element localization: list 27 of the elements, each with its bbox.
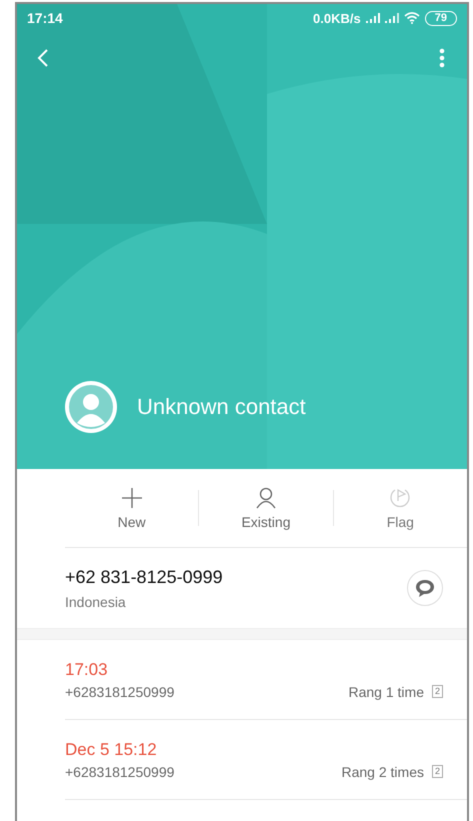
- back-icon[interactable]: [37, 48, 49, 68]
- avatar-icon: [65, 381, 117, 433]
- network-speed: 0.0KB/s: [313, 10, 361, 26]
- call-number: +6283181250999: [65, 684, 176, 700]
- contact-name: Unknown contact: [137, 394, 306, 420]
- existing-action-button[interactable]: Existing: [199, 478, 333, 538]
- call-number: +6283181250999: [65, 764, 176, 780]
- new-action-button[interactable]: New: [65, 478, 198, 538]
- more-icon[interactable]: [439, 48, 445, 68]
- sim-badge: 2: [432, 685, 443, 698]
- signal-icon: [366, 13, 380, 23]
- call-time: Dec 5 15:12: [65, 740, 158, 760]
- message-button[interactable]: [407, 570, 443, 606]
- wifi-icon: [404, 12, 420, 24]
- person-icon: [254, 486, 277, 508]
- plus-icon: [120, 486, 143, 508]
- flag-icon: [389, 486, 412, 508]
- sim-badge: 2: [432, 765, 443, 778]
- signal-icon: [384, 13, 399, 23]
- call-summary: Rang 2 times: [342, 764, 424, 780]
- phone-number: +62 831-8125-0999: [65, 566, 223, 588]
- call-time: 17:03: [65, 660, 109, 680]
- call-summary: Rang 1 time: [348, 684, 424, 700]
- number-region: Indonesia: [65, 594, 127, 610]
- message-icon: [414, 578, 436, 598]
- status-time: 17:14: [27, 10, 63, 26]
- battery-indicator: 79: [424, 10, 457, 26]
